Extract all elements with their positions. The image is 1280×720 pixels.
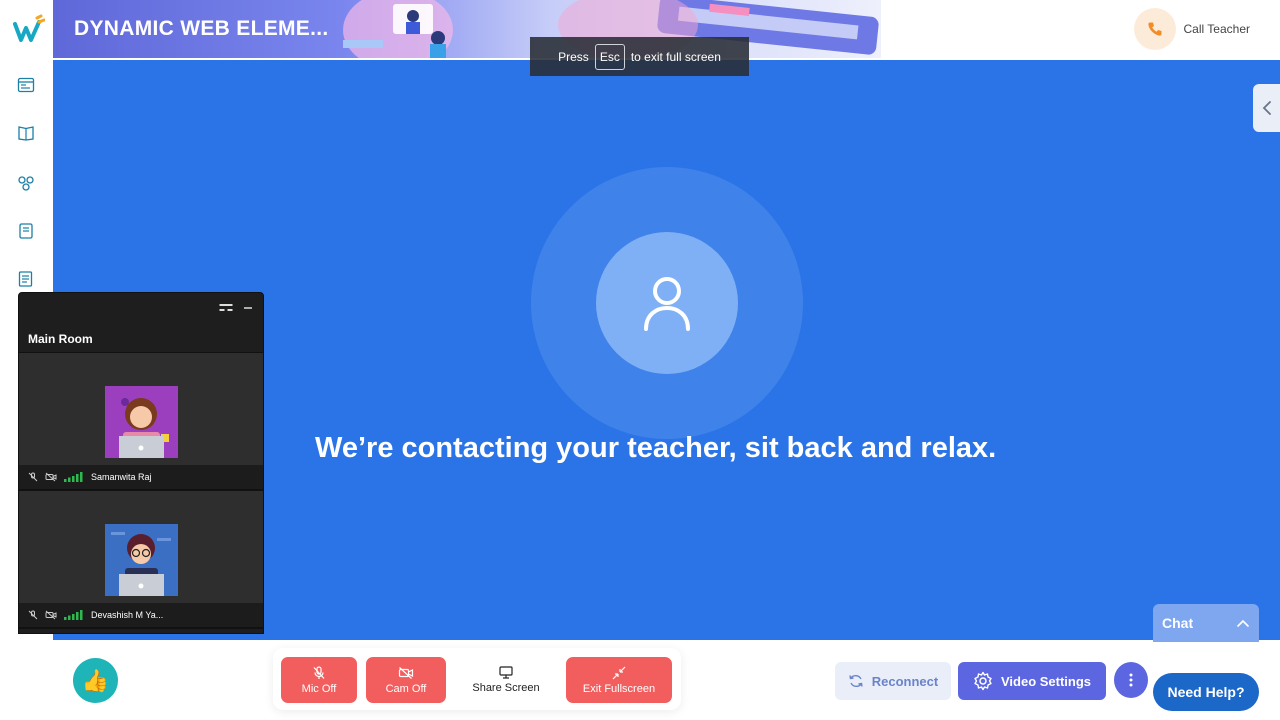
- exit-fullscreen-label: Exit Fullscreen: [582, 682, 656, 695]
- book-icon[interactable]: [17, 124, 35, 142]
- thumbs-up-icon: 👍: [81, 667, 110, 693]
- exit-fullscreen-icon: [612, 666, 626, 679]
- refresh-icon: [849, 674, 863, 688]
- chevron-up-icon: [1237, 619, 1249, 627]
- exit-fullscreen-button[interactable]: Exit Fullscreen: [566, 657, 672, 703]
- reconnect-button[interactable]: Reconnect: [835, 662, 951, 700]
- gear-icon: [974, 671, 992, 691]
- more-options-button[interactable]: [1114, 662, 1148, 698]
- app-logo[interactable]: [13, 14, 45, 46]
- cam-off-label: Cam Off: [385, 682, 427, 695]
- layout-toggle-icon[interactable]: [219, 303, 233, 313]
- participant-name: Samanwita Raj: [91, 472, 152, 482]
- call-teacher-label: Call Teacher: [1183, 22, 1250, 36]
- class-banner: DYNAMIC WEB ELEME...: [53, 0, 881, 58]
- notes-icon[interactable]: [17, 222, 35, 240]
- signal-strength-icon: [64, 610, 83, 620]
- mic-off-label: Mic Off: [301, 682, 337, 695]
- room-title: Main Room: [19, 325, 263, 353]
- participant-status-bar: Devashish M Ya...: [19, 603, 263, 627]
- mic-muted-icon: [28, 472, 38, 482]
- participant-avatar: [105, 386, 178, 458]
- cam-off-icon: [45, 472, 57, 482]
- mic-off-icon: [313, 665, 325, 679]
- signal-strength-icon: [64, 472, 83, 482]
- monitor-icon: [499, 666, 513, 679]
- share-screen-label: Share Screen: [472, 682, 540, 694]
- thumbs-up-button[interactable]: 👍: [73, 658, 118, 703]
- media-controls: Mic Off Cam Off Share Screen Exit Fullsc…: [273, 648, 681, 710]
- panel-tools: [219, 303, 253, 313]
- cam-off-icon: [45, 610, 57, 620]
- need-help-button[interactable]: Need Help?: [1153, 673, 1259, 711]
- contacting-message: We’re contacting your teacher, sit back …: [315, 432, 997, 464]
- cam-off-icon: [398, 666, 414, 679]
- kebab-menu-icon: [1129, 673, 1133, 687]
- teacher-avatar-placeholder: [596, 232, 738, 374]
- fullscreen-toast: Press Esc to exit full screen: [530, 37, 749, 76]
- toast-press-text: Press: [558, 49, 589, 64]
- participants-panel[interactable]: Main Room Samanwita Raj Devashish M Ya..…: [18, 292, 264, 634]
- worksheet-icon[interactable]: [17, 270, 35, 288]
- app-root: DYNAMIC WEB ELEME... Call Teacher We’re …: [0, 0, 1280, 720]
- chat-label: Chat: [1162, 615, 1194, 631]
- esc-key-badge: Esc: [594, 43, 625, 70]
- bottom-toolbar: 👍 Mic Off Cam Off Share Screen Exit Full…: [53, 642, 1280, 720]
- classroom-icon[interactable]: [17, 76, 35, 94]
- participant-avatar: [105, 524, 178, 596]
- chevron-left-icon: [1262, 101, 1271, 115]
- video-settings-label: Video Settings: [1000, 673, 1092, 689]
- panel-drag-handle[interactable]: [19, 293, 263, 325]
- participant-tile[interactable]: Samanwita Raj: [19, 353, 263, 491]
- share-screen-button[interactable]: Share Screen: [461, 657, 551, 703]
- user-icon: [644, 277, 690, 331]
- cam-off-button[interactable]: Cam Off: [366, 657, 446, 703]
- side-panel-toggle[interactable]: [1253, 84, 1280, 132]
- mic-muted-icon: [28, 610, 38, 620]
- toast-suffix-text: to exit full screen: [630, 49, 721, 64]
- participant-name: Devashish M Ya...: [91, 610, 164, 620]
- call-teacher-button[interactable]: Call Teacher: [1133, 8, 1250, 50]
- class-title: DYNAMIC WEB ELEME...: [74, 17, 329, 40]
- mic-off-button[interactable]: Mic Off: [281, 657, 357, 703]
- participant-tile[interactable]: Devashish M Ya...: [19, 491, 263, 629]
- chat-toggle[interactable]: Chat: [1153, 604, 1259, 642]
- video-settings-button[interactable]: Video Settings: [958, 662, 1106, 700]
- phone-icon: [1133, 8, 1176, 50]
- minimize-icon[interactable]: [243, 303, 253, 313]
- participant-status-bar: Samanwita Raj: [19, 465, 263, 489]
- reconnect-label: Reconnect: [871, 673, 939, 689]
- activity-icon[interactable]: [17, 174, 35, 192]
